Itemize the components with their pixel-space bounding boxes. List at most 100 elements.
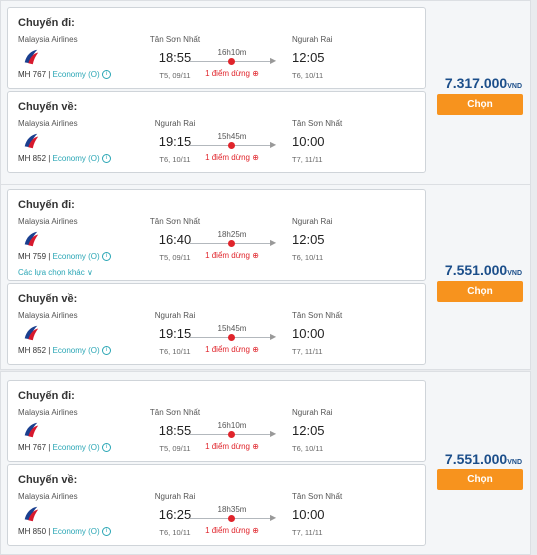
cabin-class-link[interactable]: Economy (O) xyxy=(53,443,100,452)
return-leg[interactable]: Chuyến về: Malaysia Airlines MH 852 | Ec… xyxy=(7,283,426,365)
departure-airport: Tân Sơn Nhất xyxy=(149,35,201,44)
arrow-right-icon: ▶ xyxy=(270,332,277,341)
flight-number: MH 759 xyxy=(18,252,47,261)
price: 7.551.000VND xyxy=(444,451,522,467)
price: 7.317.000VND xyxy=(444,75,522,91)
info-icon[interactable]: i xyxy=(101,70,111,80)
flight-number: MH 852 xyxy=(18,154,47,163)
arrival-airport: Ngurah Rai xyxy=(292,35,333,44)
arrival: Ngurah Rai 12:05 T6, 10/11 xyxy=(292,408,382,453)
duration: 18h25m xyxy=(217,230,247,239)
arrival-time: 12:05 xyxy=(292,232,325,247)
stop-dot-icon xyxy=(228,58,235,65)
arrow-right-icon: ▶ xyxy=(270,238,277,247)
select-button[interactable]: Chọn xyxy=(437,281,523,302)
cabin-class-link[interactable]: Economy (O) xyxy=(53,346,100,355)
departure-airport: Tân Sơn Nhất xyxy=(149,408,201,417)
flight-path: 16h10m ▶ 1 điểm dừng ⊕ xyxy=(190,48,280,78)
info-icon[interactable]: i xyxy=(101,346,111,356)
flight-number: MH 852 xyxy=(18,346,47,355)
info-icon[interactable]: i xyxy=(101,527,111,537)
arrival: Tân Sơn Nhất 10:00 T7, 11/11 xyxy=(292,119,382,164)
duration: 15h45m xyxy=(217,132,247,141)
outbound-leg[interactable]: Chuyến đi: Malaysia Airlines MH 759 | Ec… xyxy=(7,189,426,281)
outbound-leg[interactable]: Chuyến đi: Malaysia Airlines MH 767 | Ec… xyxy=(7,380,426,462)
plus-circle-icon: ⊕ xyxy=(252,69,259,78)
return-leg[interactable]: Chuyến về: Malaysia Airlines MH 852 | Ec… xyxy=(7,91,426,173)
departure-airport: Tân Sơn Nhất xyxy=(149,217,201,226)
results-list: Chuyến đi: Malaysia Airlines MH 767 | Ec… xyxy=(0,0,537,555)
flight-path: 18h25m ▶ 1 điểm dừng ⊕ xyxy=(190,230,280,260)
flight-path: 15h45m ▶ 1 điểm dừng ⊕ xyxy=(190,132,280,162)
price: 7.551.000VND xyxy=(444,262,522,278)
airline-name: Malaysia Airlines xyxy=(18,408,78,417)
arrival-date: T7, 11/11 xyxy=(292,347,323,356)
plus-circle-icon: ⊕ xyxy=(252,251,259,260)
flight-info: MH 767 | Economy (O) i xyxy=(18,443,111,453)
airline-name: Malaysia Airlines xyxy=(18,119,78,128)
arrival-date: T7, 11/11 xyxy=(292,528,323,537)
flight-result: Chuyến đi: Malaysia Airlines MH 767 | Ec… xyxy=(0,0,531,186)
outbound-leg[interactable]: Chuyến đi: Malaysia Airlines MH 767 | Ec… xyxy=(7,7,426,89)
malaysia-airlines-logo-icon xyxy=(24,133,39,149)
stops-link[interactable]: 1 điểm dừng ⊕ xyxy=(190,442,274,451)
select-button[interactable]: Chọn xyxy=(437,469,523,490)
arrival-time: 10:00 xyxy=(292,326,325,341)
cabin-class-link[interactable]: Economy (O) xyxy=(53,154,100,163)
cabin-class-link[interactable]: Economy (O) xyxy=(53,527,100,536)
malaysia-airlines-logo-icon xyxy=(24,325,39,341)
flight-info: MH 759 | Economy (O) i xyxy=(18,252,111,262)
plus-circle-icon: ⊕ xyxy=(252,153,259,162)
arrow-right-icon: ▶ xyxy=(270,56,277,65)
flight-path: 16h10m ▶ 1 điểm dừng ⊕ xyxy=(190,421,280,451)
arrival-time: 10:00 xyxy=(292,507,325,522)
info-icon[interactable]: i xyxy=(101,154,111,164)
stop-dot-icon xyxy=(228,515,235,522)
stops-link[interactable]: 1 điểm dừng ⊕ xyxy=(190,251,274,260)
flight-path: 18h35m ▶ 1 điểm dừng ⊕ xyxy=(190,505,280,535)
arrival-time: 12:05 xyxy=(292,50,325,65)
more-options-link[interactable]: Các lựa chọn khác ∨ xyxy=(18,268,93,277)
stops-link[interactable]: 1 điểm dừng ⊕ xyxy=(190,526,274,535)
duration: 18h35m xyxy=(217,505,247,514)
cabin-class-link[interactable]: Economy (O) xyxy=(53,70,100,79)
arrival-airport: Tân Sơn Nhất xyxy=(292,311,343,320)
info-icon[interactable]: i xyxy=(101,252,111,262)
select-button[interactable]: Chọn xyxy=(437,94,523,115)
stop-dot-icon xyxy=(228,240,235,247)
malaysia-airlines-logo-icon xyxy=(24,231,39,247)
flight-info: MH 852 | Economy (O) i xyxy=(18,154,111,164)
departure-airport: Ngurah Rai xyxy=(154,311,196,320)
arrival: Tân Sơn Nhất 10:00 T7, 11/11 xyxy=(292,492,382,537)
arrival-airport: Ngurah Rai xyxy=(292,408,333,417)
flight-number: MH 767 xyxy=(18,70,47,79)
malaysia-airlines-logo-icon xyxy=(24,49,39,65)
flight-number: MH 767 xyxy=(18,443,47,452)
duration: 16h10m xyxy=(217,48,247,57)
duration: 16h10m xyxy=(217,421,247,430)
airline-name: Malaysia Airlines xyxy=(18,311,78,320)
leg-title: Chuyến về: xyxy=(18,293,78,305)
flight-result: Chuyến đi: Malaysia Airlines MH 767 | Ec… xyxy=(0,371,531,555)
cabin-class-link[interactable]: Economy (O) xyxy=(53,252,100,261)
arrival-date: T6, 10/11 xyxy=(292,253,324,262)
departure-airport: Ngurah Rai xyxy=(154,492,196,501)
arrow-right-icon: ▶ xyxy=(270,140,277,149)
flight-info: MH 850 | Economy (O) i xyxy=(18,527,111,537)
arrival-date: T7, 11/11 xyxy=(292,155,323,164)
stop-dot-icon xyxy=(228,142,235,149)
arrival-time: 10:00 xyxy=(292,134,325,149)
malaysia-airlines-logo-icon xyxy=(24,506,39,522)
flight-result: Chuyến đi: Malaysia Airlines MH 759 | Ec… xyxy=(0,184,531,370)
arrival-airport: Tân Sơn Nhất xyxy=(292,119,343,128)
arrival: Tân Sơn Nhất 10:00 T7, 11/11 xyxy=(292,311,382,356)
leg-title: Chuyến đi: xyxy=(18,390,75,402)
departure-airport: Ngurah Rai xyxy=(154,119,196,128)
stops-link[interactable]: 1 điểm dừng ⊕ xyxy=(190,69,274,78)
info-icon[interactable]: i xyxy=(101,443,111,453)
malaysia-airlines-logo-icon xyxy=(24,422,39,438)
stops-link[interactable]: 1 điểm dừng ⊕ xyxy=(190,345,274,354)
return-leg[interactable]: Chuyến về: Malaysia Airlines MH 850 | Ec… xyxy=(7,464,426,546)
plus-circle-icon: ⊕ xyxy=(252,345,259,354)
stops-link[interactable]: 1 điểm dừng ⊕ xyxy=(190,153,274,162)
